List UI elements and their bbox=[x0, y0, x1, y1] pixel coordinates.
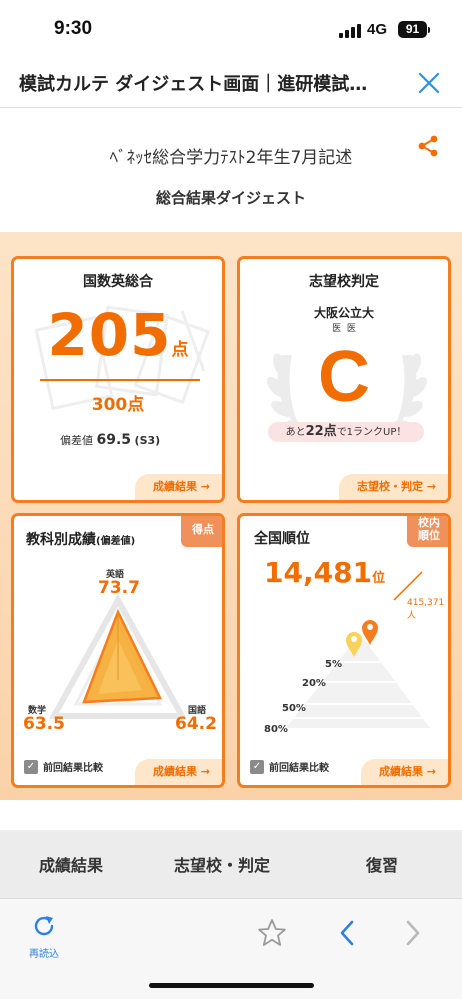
checkbox-check-icon: ✓ bbox=[24, 759, 38, 774]
department: 医 医 bbox=[332, 324, 356, 334]
digest-title: 総合結果ダイジェスト bbox=[155, 189, 306, 207]
results-link[interactable]: 成績結果 → bbox=[360, 759, 448, 785]
radar-chart bbox=[48, 593, 188, 719]
card-title: 国数英総合 bbox=[83, 274, 153, 290]
total-score-card[interactable]: 国数英総合 205点 300点 偏差値 69.5 (S3) 成績結果 → bbox=[11, 256, 225, 503]
page-title: 模試カルテ ダイジェスト画面｜進研模試… bbox=[19, 74, 368, 95]
card-title: 全国順位 bbox=[254, 531, 310, 547]
level-80: 80% bbox=[264, 724, 288, 735]
nav-header: 模試カルテ ダイジェスト画面｜進研模試… bbox=[0, 58, 462, 108]
rank-pyramid bbox=[286, 620, 430, 728]
level-5: 5% bbox=[325, 659, 342, 670]
reload-icon bbox=[34, 916, 54, 936]
rank-up-pill: あと22点で1ランクUP！ bbox=[268, 422, 424, 442]
exam-name: ﾍﾞﾈｯｾ総合学力ﾃｽﾄ2年生7月記述 bbox=[109, 148, 353, 168]
tab-target-school[interactable]: 志望校・判定 bbox=[174, 852, 270, 876]
rank-slash bbox=[393, 571, 423, 601]
math-value: 63.5 bbox=[23, 714, 65, 734]
close-icon[interactable] bbox=[416, 70, 442, 96]
card-title: 志望校判定 bbox=[309, 274, 379, 290]
subjects-card[interactable]: 教科別成績(偏差値) 得点 英語 73.7 数学 63.5 国語 64.2 ✓ 前… bbox=[11, 513, 225, 788]
target-judgement-link[interactable]: 志望校・判定 → bbox=[338, 474, 448, 500]
page-head: ﾍﾞﾈｯｾ総合学力ﾃｽﾄ2年生7月記述 総合結果ダイジェスト bbox=[0, 108, 462, 232]
japanese-value: 64.2 bbox=[175, 714, 217, 734]
school-rank-tag[interactable]: 校内 順位 bbox=[407, 516, 448, 547]
star-icon[interactable] bbox=[257, 918, 287, 948]
back-icon[interactable] bbox=[336, 919, 358, 947]
bottom-tabs: 成績結果 志望校・判定 復習 bbox=[0, 830, 462, 898]
level-20: 20% bbox=[302, 678, 326, 689]
compare-previous-checkbox[interactable]: ✓ 前回結果比較 bbox=[250, 759, 329, 774]
judgement-grade: C bbox=[318, 337, 370, 417]
checkbox-check-icon: ✓ bbox=[250, 759, 264, 774]
status-time: 9:30 bbox=[54, 18, 93, 39]
target-school-card[interactable]: 志望校判定 大阪公立大 医 医 C あと22点で1ランクUP！ 志望校・判定 → bbox=[237, 256, 451, 503]
max-score: 300点 bbox=[91, 395, 145, 415]
forward-icon[interactable] bbox=[402, 919, 424, 947]
signal-icon bbox=[339, 24, 361, 38]
digest-grid: 国数英総合 205点 300点 偏差値 69.5 (S3) 成績結果 → 志望校… bbox=[0, 232, 462, 800]
results-link[interactable]: 成績結果 → bbox=[134, 759, 222, 785]
compare-previous-checkbox[interactable]: ✓ 前回結果比較 bbox=[24, 759, 103, 774]
results-link[interactable]: 成績結果 → bbox=[134, 474, 222, 500]
national-rank-card[interactable]: 全国順位 校内 順位 14,481位 415,371人 5% 20% 50% 8… bbox=[237, 513, 451, 788]
tab-results[interactable]: 成績結果 bbox=[39, 852, 103, 876]
score-tag[interactable]: 得点 bbox=[181, 516, 222, 547]
share-icon[interactable] bbox=[416, 134, 440, 158]
home-indicator bbox=[149, 983, 314, 988]
reload-label: 再読込 bbox=[29, 949, 59, 960]
rank-value: 14,481位 bbox=[264, 556, 386, 589]
status-bar: 9:30 4G 91 bbox=[0, 0, 462, 58]
reload-button[interactable]: 再読込 bbox=[24, 913, 64, 960]
tab-review[interactable]: 復習 bbox=[366, 852, 398, 876]
deviation-row: 偏差値 69.5 (S3) bbox=[60, 432, 161, 448]
network-type: 4G bbox=[367, 21, 388, 38]
level-50: 50% bbox=[282, 703, 306, 714]
battery-icon: 91 bbox=[398, 21, 430, 38]
total-score: 205点 bbox=[47, 301, 189, 369]
score-divider bbox=[40, 379, 200, 381]
english-value: 73.7 bbox=[98, 578, 140, 598]
school-name: 大阪公立大 bbox=[313, 306, 374, 320]
